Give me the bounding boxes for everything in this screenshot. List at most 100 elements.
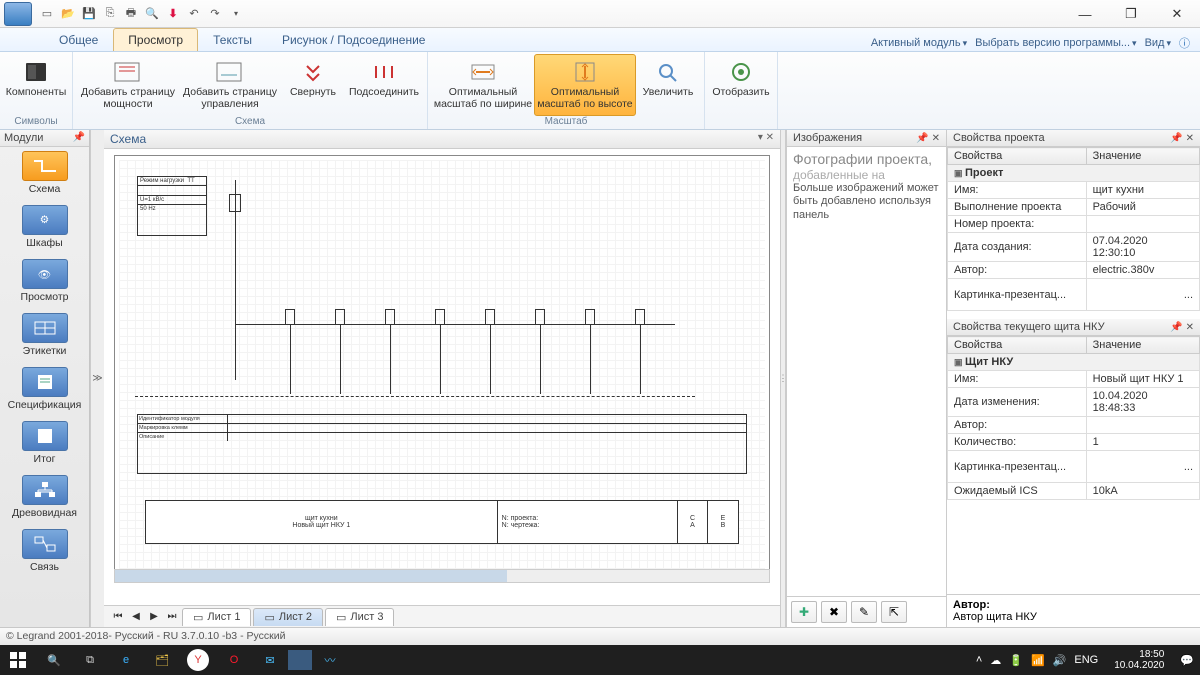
wifi-icon[interactable]: 📶 [1031,654,1045,667]
qat-undo-icon[interactable]: ↶ [185,5,203,23]
add-control-page-button[interactable]: Добавить страницу управления [179,54,281,116]
prop-category[interactable]: Проект [948,165,1200,182]
fit-height-button[interactable]: Оптимальный масштаб по высоте [534,54,636,116]
lang-indicator[interactable]: ENG [1074,654,1098,666]
edge-icon[interactable]: e [108,645,144,675]
start-button[interactable] [0,645,36,675]
app2-icon[interactable]: 〰 [312,645,348,675]
qat-saveall-icon[interactable]: ⎘ [101,5,119,23]
prop-row[interactable]: Дата создания:07.04.2020 12:30:10 [948,233,1200,262]
zoom-button[interactable]: Увеличить [636,54,700,116]
qat-dropdown-icon[interactable]: ▾ [227,5,245,23]
tab-drawing[interactable]: Рисунок / Подсоединение [267,28,441,51]
pin-icon[interactable]: 📌 ✕ [916,133,940,144]
qat-redo-icon[interactable]: ↷ [206,5,224,23]
prop-row[interactable]: Номер проекта: [948,216,1200,233]
qat-new-icon[interactable]: ▭ [38,5,56,23]
edit-image-icon[interactable]: ✎ [851,601,877,623]
components-button[interactable]: Компоненты [4,54,68,116]
notifications-icon[interactable]: 💬 [1180,654,1194,667]
pin-icon[interactable]: 📌 [73,132,85,144]
maximize-button[interactable]: ❐ [1108,0,1154,28]
prop-row[interactable]: Ожидаемый ICS10kA [948,483,1200,500]
tab-general[interactable]: Общее [44,28,113,51]
tab-view[interactable]: Просмотр [113,28,198,51]
qat-open-icon[interactable]: 📂 [59,5,77,23]
prop-row[interactable]: Картинка-презентац...... [948,279,1200,311]
prop-row[interactable]: Выполнение проектаРабочий [948,199,1200,216]
drawing-title: Схема [110,132,146,146]
search-icon[interactable]: 🔍 [36,645,72,675]
explorer-icon[interactable]: 🗂 [144,645,180,675]
horizontal-scrollbar[interactable] [114,569,770,583]
display-button[interactable]: Отобразить [709,54,773,127]
pin-icon[interactable]: 📌 ✕ [1170,133,1194,144]
taskview-icon[interactable]: ⧉ [72,645,108,675]
sidebar-item-link[interactable]: Связь [0,525,89,579]
app-icon[interactable] [288,650,312,670]
app-orb[interactable] [4,2,32,26]
collapse-button[interactable]: Свернуть [281,54,345,116]
prop-row[interactable]: Автор:electric.380v [948,262,1200,279]
prop-row[interactable]: Имя:щит кухни [948,182,1200,199]
sidebar-item-labels[interactable]: Этикетки [0,309,89,363]
sidebar-item-tree[interactable]: Древовидная [0,471,89,525]
sidebar-expander[interactable]: ≫ [90,130,104,627]
sheet-tab-2[interactable]: ▭Лист 2 [253,608,322,626]
add-power-page-button[interactable]: Добавить страницу мощности [77,54,179,116]
clock[interactable]: 18:50 10.04.2020 [1106,649,1172,671]
prop-row[interactable]: Имя:Новый щит НКУ 1 [948,371,1200,388]
remove-image-icon[interactable]: ✖ [821,601,847,623]
fit-width-label: Оптимальный масштаб по ширине [433,87,533,110]
sidebar-label: Схема [29,183,61,195]
title-bar: ▭ 📂 💾 ⎘ 🖶 🔍 ⬇ ↶ ↷ ▾ — ❐ ✕ [0,0,1200,28]
version-dropdown[interactable]: Выбрать версию программы... [975,37,1136,49]
sidebar-label: Связь [30,561,59,573]
nav-next-icon[interactable]: ▶ [146,609,162,625]
nav-first-icon[interactable]: ⏮ [110,609,126,625]
right-column: ⋮ Изображения 📌 ✕ Фотографии проекта, до… [780,130,1200,627]
mail-icon[interactable]: ✉ [252,645,288,675]
sidebar-item-spec[interactable]: Спецификация [0,363,89,417]
export-image-icon[interactable]: ⇱ [881,601,907,623]
fit-width-button[interactable]: Оптимальный масштаб по ширине [432,54,534,116]
prop-row[interactable]: Количество:1 [948,434,1200,451]
qat-pdf-icon[interactable]: ⬇ [164,5,182,23]
help-icon[interactable]: ⓘ [1179,35,1190,51]
opera-icon[interactable]: O [216,645,252,675]
modules-sidebar: Модули 📌 Схема ⚙ Шкафы 👁 Просмотр Этикет… [0,130,90,627]
images-note: Больше изображений может быть добавлено … [793,182,940,222]
battery-icon[interactable]: 🔋 [1009,654,1023,667]
sidebar-item-cabinets[interactable]: ⚙ Шкафы [0,201,89,255]
qat-save-icon[interactable]: 💾 [80,5,98,23]
tab-texts[interactable]: Тексты [198,28,267,51]
prop-row[interactable]: Картинка-презентац...... [948,451,1200,483]
sheet-tab-3[interactable]: ▭Лист 3 [325,608,394,626]
pin-icon[interactable]: 📌 ✕ [1170,322,1194,333]
nav-prev-icon[interactable]: ◀ [128,609,144,625]
cloud-icon[interactable]: ☁ [990,654,1001,667]
page-power-icon [112,59,144,85]
connect-button[interactable]: Подсоединить [345,54,423,116]
sidebar-item-summary[interactable]: Итог [0,417,89,471]
close-button[interactable]: ✕ [1154,0,1200,28]
qat-preview-icon[interactable]: 🔍 [143,5,161,23]
prop-category[interactable]: Щит НКУ [948,354,1200,371]
qat-print-icon[interactable]: 🖶 [122,5,140,23]
prop-row[interactable]: Дата изменения:10.04.2020 18:48:33 [948,388,1200,417]
sidebar-item-view[interactable]: 👁 Просмотр [0,255,89,309]
tray-up-icon[interactable]: ˄ [976,654,982,666]
sheet-tab-1[interactable]: ▭Лист 1 [182,608,251,626]
minimize-button[interactable]: — [1062,0,1108,28]
window-controls: — ❐ ✕ [1062,0,1200,28]
yandex-icon[interactable]: Y [187,649,209,671]
prop-row[interactable]: Автор: [948,417,1200,434]
view-dropdown[interactable]: Вид [1145,37,1171,49]
active-module-dropdown[interactable]: Активный модуль [871,37,967,49]
page-control-icon [214,59,246,85]
nav-last-icon[interactable]: ⏭ [164,609,180,625]
drawing-canvas[interactable]: Режим нагрузки TT U=1 кВ/с 50 Hz [114,155,770,581]
add-image-icon[interactable]: ✚ [791,601,817,623]
volume-icon[interactable]: 🔊 [1053,654,1067,667]
sidebar-item-scheme[interactable]: Схема [0,147,89,201]
